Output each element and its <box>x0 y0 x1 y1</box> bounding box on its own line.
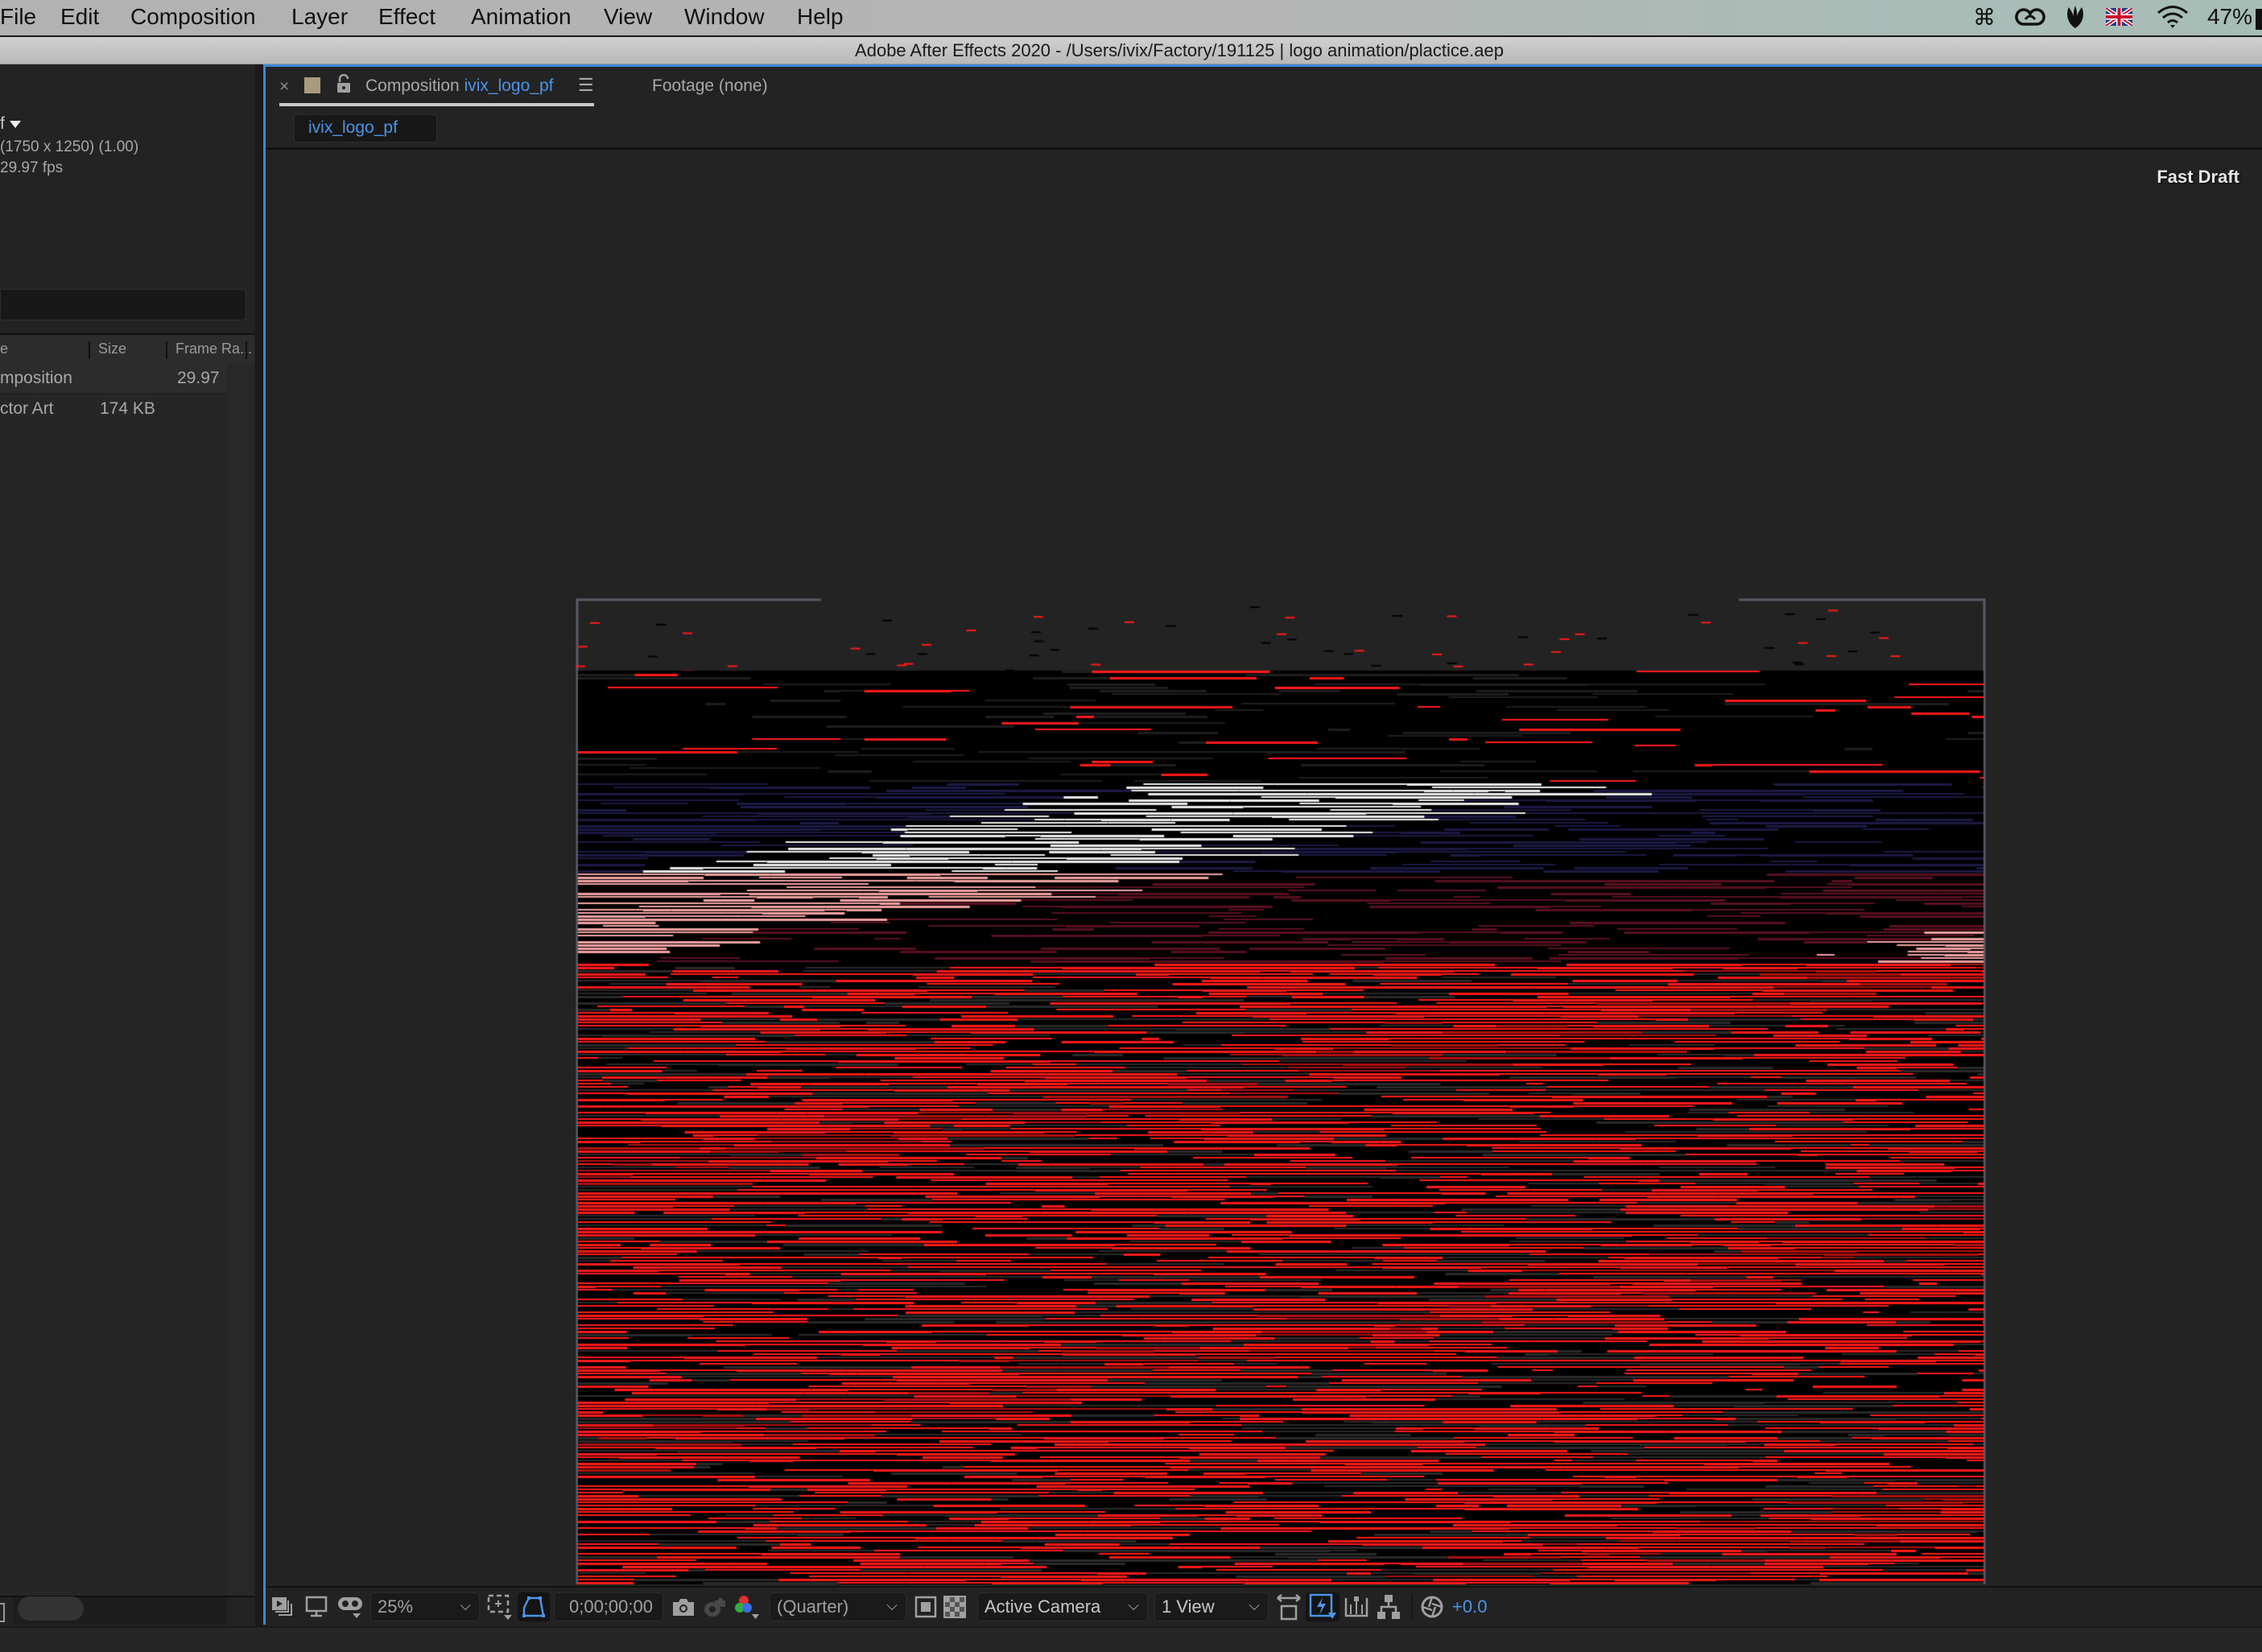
views-value: 1 View <box>1162 1596 1215 1617</box>
composition-preview[interactable] <box>576 598 1986 1584</box>
column-divider[interactable] <box>166 341 167 359</box>
column-size[interactable]: Size <box>98 341 126 357</box>
bit-depth-icon[interactable] <box>0 1603 5 1622</box>
exposure-value[interactable]: +0.0 <box>1452 1592 1487 1621</box>
transparency-grid-icon[interactable] <box>943 1592 966 1621</box>
timeline-panel-edge <box>0 1626 2262 1652</box>
view-layout-dropdown[interactable]: 1 View ⌵ <box>1154 1592 1269 1621</box>
battery-icon[interactable] <box>2256 9 2262 30</box>
menu-window[interactable]: Window <box>684 4 765 30</box>
project-scroll-thumb[interactable] <box>18 1596 84 1621</box>
row-frame-rate: 29.97 <box>177 369 220 387</box>
render-mode-label: Fast Draft <box>2157 167 2239 187</box>
selected-item-name: f <box>0 114 5 133</box>
project-row-composition[interactable]: mposition 29.97 <box>0 364 227 393</box>
project-search-input[interactable] <box>0 289 246 320</box>
current-time-display[interactable]: 0;00;00;00 <box>554 1592 663 1621</box>
column-divider[interactable] <box>246 341 247 359</box>
tab-footage[interactable]: Footage (none) <box>652 76 768 96</box>
flowchart-icon[interactable] <box>1377 1592 1401 1621</box>
always-preview-icon[interactable] <box>270 1592 295 1621</box>
uk-flag-icon[interactable] <box>2105 3 2132 31</box>
column-frame-rate[interactable]: Frame Ra... <box>175 341 252 357</box>
column-name[interactable]: e <box>0 341 8 357</box>
comp-navigator-tab[interactable]: ivix_logo_pf <box>294 114 437 142</box>
monitor-icon[interactable] <box>304 1592 328 1621</box>
title-action-safe-icon[interactable] <box>486 1592 514 1621</box>
comp-navigator-label: ivix_logo_pf <box>308 118 398 137</box>
item-fps: 29.97 fps <box>0 159 64 176</box>
viewer-toolbar: 25% ⌵ 0;00;00;00 (Quarter) ⌵ Active Came… <box>266 1586 2262 1625</box>
snapshot-camera-icon[interactable] <box>671 1592 696 1621</box>
column-divider[interactable] <box>89 341 90 359</box>
command-icon[interactable]: ⌘ <box>1972 3 1996 31</box>
panel-menu-icon[interactable]: ☰ <box>578 75 594 96</box>
tab-composition-prefix: Composition <box>365 76 460 95</box>
resolution-value: (Quarter) <box>777 1596 849 1617</box>
toggle-pixel-aspect-icon[interactable] <box>1275 1592 1302 1621</box>
project-column-header: e Size Frame Ra... <box>0 333 254 366</box>
chevron-down-icon: ⌵ <box>460 1597 471 1613</box>
timecode-value: 0;00;00;00 <box>569 1596 653 1617</box>
color-channels-icon[interactable] <box>733 1592 760 1621</box>
close-tab-icon[interactable]: × <box>279 77 289 97</box>
menu-animation[interactable]: Animation <box>471 4 572 30</box>
row-size: 174 KB <box>100 399 155 418</box>
row-type: ctor Art <box>0 399 54 418</box>
tab-composition[interactable]: Composition ivix_logo_pf <box>365 76 553 96</box>
timeline-icon[interactable] <box>1344 1592 1368 1621</box>
battery-percent[interactable]: 47% <box>2206 3 2254 31</box>
creative-cloud-icon[interactable] <box>2012 3 2048 31</box>
menu-file[interactable]: File <box>0 4 36 30</box>
fast-previews-icon[interactable] <box>1306 1592 1339 1621</box>
chevron-down-icon: ⌵ <box>886 1597 898 1613</box>
magnification-dropdown[interactable]: 25% ⌵ <box>370 1592 480 1621</box>
menu-help[interactable]: Help <box>797 4 844 30</box>
wifi-icon[interactable] <box>2155 3 2190 31</box>
reset-exposure-icon[interactable] <box>1420 1592 1444 1621</box>
chevron-down-icon: ⌵ <box>1128 1597 1139 1613</box>
menu-effect[interactable]: Effect <box>378 4 435 30</box>
active-tab-underline <box>279 103 594 106</box>
row-type: mposition <box>0 369 72 387</box>
mask-path-icon[interactable] <box>518 1592 550 1621</box>
menu-composition[interactable]: Composition <box>130 4 256 30</box>
show-snapshot-icon[interactable] <box>702 1592 726 1621</box>
tab-composition-name: ivix_logo_pf <box>464 76 554 95</box>
region-of-interest-icon[interactable] <box>914 1592 937 1621</box>
preview-canvas[interactable] <box>576 598 1986 1584</box>
chevron-down-icon: ⌵ <box>1249 1597 1260 1613</box>
3d-view-dropdown[interactable]: Active Camera ⌵ <box>977 1592 1148 1621</box>
leaf-icon[interactable] <box>2063 3 2087 31</box>
item-dimensions: (1750 x 1250) (1.00) <box>0 138 139 155</box>
label-color-swatch[interactable] <box>304 77 320 93</box>
panel-separator[interactable] <box>255 64 263 1650</box>
dropdown-triangle-icon[interactable] <box>10 121 21 128</box>
camera-value: Active Camera <box>984 1596 1101 1617</box>
menu-layer[interactable]: Layer <box>291 4 348 30</box>
menu-view[interactable]: View <box>604 4 652 30</box>
window-title: Adobe After Effects 2020 - /Users/ivix/F… <box>855 40 1504 60</box>
mask-visibility-icon[interactable] <box>336 1592 364 1621</box>
window-title-bar: Adobe After Effects 2020 - /Users/ivix/F… <box>0 37 2262 64</box>
menu-edit[interactable]: Edit <box>60 4 99 30</box>
menu-bar: File Edit Composition Layer Effect Anima… <box>0 0 2262 37</box>
resolution-dropdown[interactable]: (Quarter) ⌵ <box>770 1592 906 1621</box>
lock-open-icon[interactable] <box>336 73 351 97</box>
project-row-vector-art[interactable]: ctor Art 174 KB <box>0 394 227 423</box>
magnification-value: 25% <box>378 1596 414 1617</box>
